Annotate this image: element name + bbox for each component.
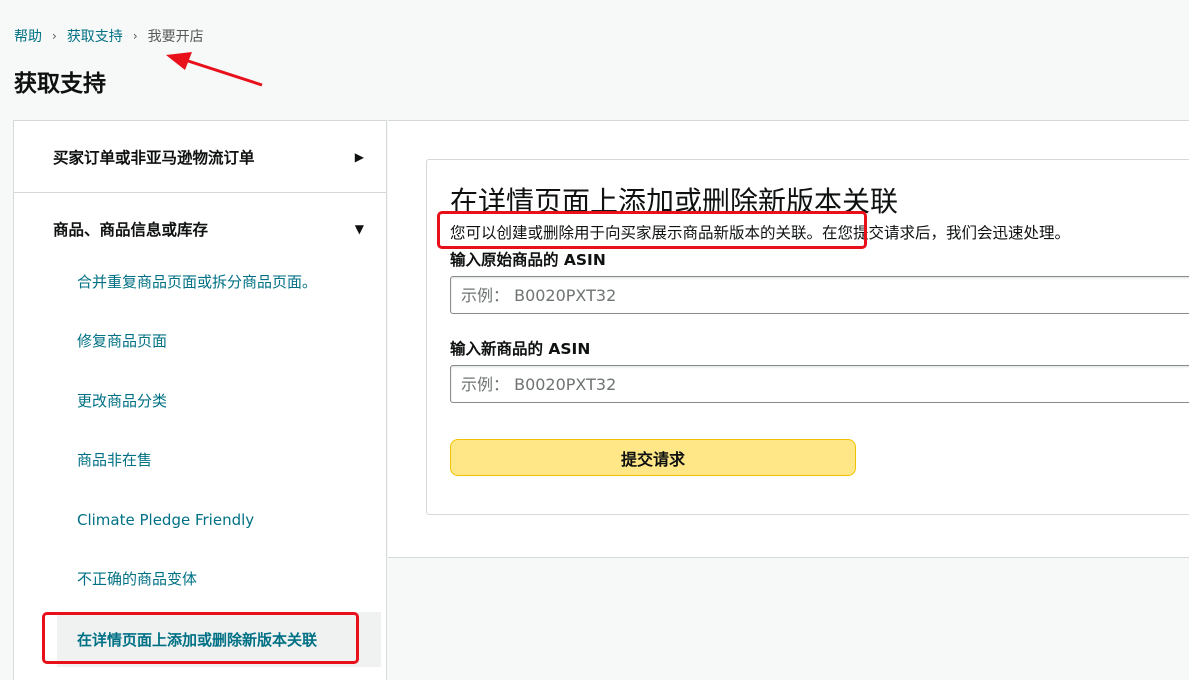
sidebar-item-climate-pledge[interactable]: Climate Pledge Friendly bbox=[77, 510, 254, 530]
breadcrumb-current: 我要开店 bbox=[147, 29, 204, 45]
highlight-box-description bbox=[437, 211, 867, 249]
breadcrumb-link-get-support[interactable]: 获取支持 bbox=[67, 26, 123, 46]
sidebar-item-change-category[interactable]: 更改商品分类 bbox=[77, 391, 167, 411]
sidebar-item-not-for-sale[interactable]: 商品非在售 bbox=[77, 450, 152, 470]
sidebar-item-merge-pages[interactable]: 合并重复商品页面或拆分商品页面。 bbox=[77, 272, 317, 292]
new-asin-input[interactable] bbox=[450, 365, 1189, 403]
caret-down-icon: ▼ bbox=[354, 222, 364, 236]
sidebar-category-buyer-orders[interactable]: 买家订单或非亚马逊物流订单 ▶ bbox=[14, 121, 386, 193]
original-asin-label: 输入原始商品的 ASIN bbox=[450, 251, 606, 269]
new-asin-label: 输入新商品的 ASIN bbox=[450, 340, 591, 358]
chevron-right-icon: › bbox=[132, 29, 138, 43]
main-content: 在详情页面上添加或删除新版本关联 您可以创建或删除用于向买家展示商品新版本的关联… bbox=[388, 120, 1189, 558]
caret-right-icon: ▶ bbox=[354, 150, 364, 164]
sidebar-category-products[interactable]: 商品、商品信息或库存 ▼ bbox=[14, 193, 386, 265]
page-title: 获取支持 bbox=[14, 71, 106, 97]
chevron-right-icon: › bbox=[52, 29, 57, 43]
sidebar: 买家订单或非亚马逊物流订单 ▶ 商品、商品信息或库存 ▼ 合并重复商品页面或拆分… bbox=[13, 120, 387, 680]
sidebar-item-variations[interactable]: 不正确的商品变体 bbox=[77, 569, 197, 589]
highlight-box-active-item bbox=[42, 612, 359, 664]
original-asin-input[interactable] bbox=[450, 276, 1189, 314]
submit-request-button[interactable]: 提交请求 bbox=[450, 439, 856, 476]
sidebar-category-label: 商品、商品信息或库存 bbox=[53, 221, 209, 239]
breadcrumb-link-help[interactable]: 帮助 bbox=[14, 26, 42, 46]
sidebar-item-fix-page[interactable]: 修复商品页面 bbox=[77, 331, 167, 351]
sidebar-category-label: 买家订单或非亚马逊物流订单 bbox=[53, 149, 255, 167]
breadcrumb: 帮助 › 获取支持 › 我要开店 bbox=[14, 26, 204, 46]
